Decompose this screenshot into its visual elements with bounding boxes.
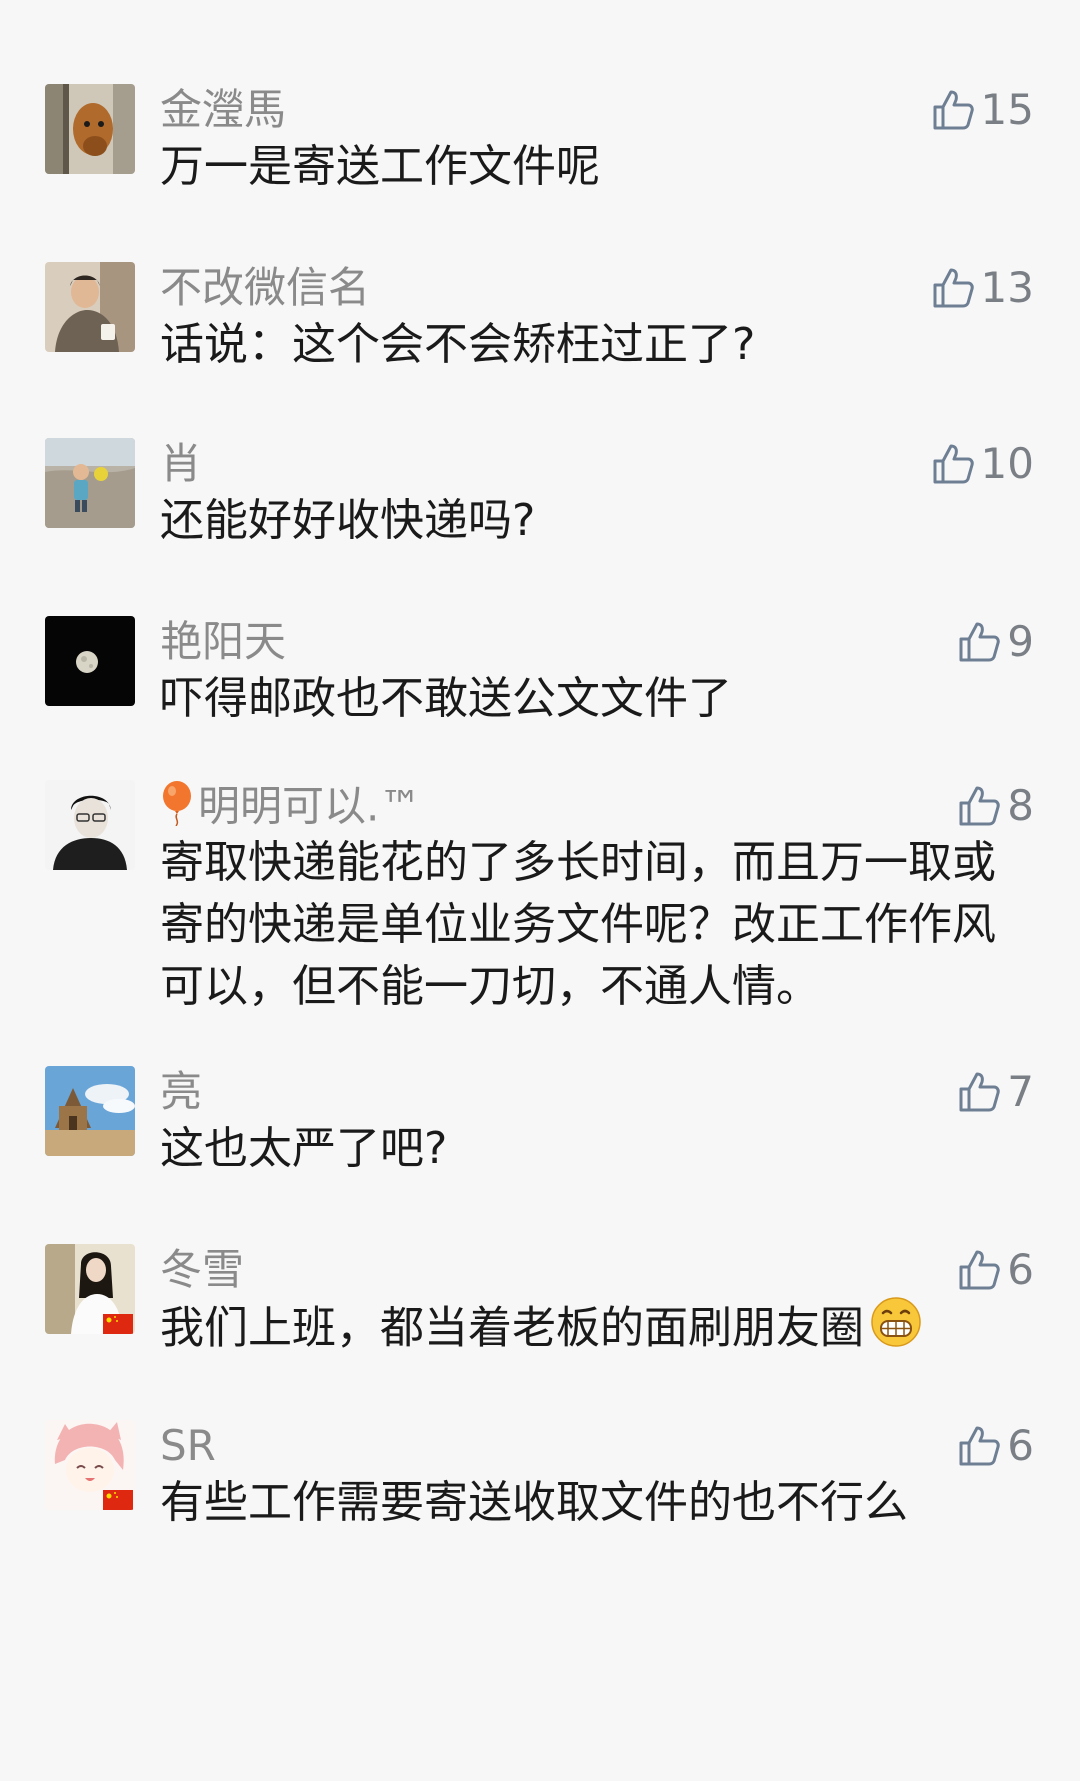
like-button[interactable]: 10 [931, 438, 1034, 490]
thumbs-up-icon [959, 622, 1001, 662]
comment-username-text: 明明可以.™ [198, 781, 422, 831]
dog-avatar-icon [45, 84, 135, 174]
user-avatar[interactable] [45, 1420, 135, 1510]
like-count: 8 [1007, 781, 1034, 830]
young-man-avatar-icon [45, 780, 135, 870]
like-button[interactable]: 13 [931, 262, 1034, 314]
thumbs-up-icon [933, 90, 974, 130]
like-button[interactable]: 6 [957, 1244, 1034, 1296]
like-count: 9 [1007, 617, 1034, 666]
like-button[interactable]: 6 [957, 1420, 1034, 1472]
comment-username[interactable]: 冬雪 [160, 1244, 244, 1296]
comment-text: 还能好好收快递吗? [160, 495, 536, 546]
user-avatar[interactable] [45, 84, 135, 174]
user-avatar[interactable] [45, 616, 135, 706]
comment-text: 这也太严了吧? [160, 1123, 448, 1174]
like-count: 15 [980, 85, 1034, 134]
grin-emoji-icon [870, 1296, 922, 1365]
thumbs-up-icon [959, 1426, 1001, 1466]
moon-avatar-icon [45, 616, 135, 706]
child-avatar-icon [45, 438, 135, 528]
user-avatar[interactable] [45, 438, 135, 528]
thumbs-up-icon [933, 444, 974, 484]
person-avatar-icon [45, 262, 135, 352]
thumbs-up-icon [959, 786, 1001, 826]
like-button[interactable]: 9 [957, 616, 1034, 668]
comment-username[interactable]: SR [160, 1420, 216, 1472]
comment-text: 我们上班，都当着老板的面刷朋友圈 [160, 1296, 1020, 1365]
comment-username[interactable]: 亮 [160, 1066, 202, 1118]
like-button[interactable]: 7 [957, 1066, 1034, 1118]
user-avatar[interactable] [45, 262, 135, 352]
like-button[interactable]: 15 [931, 84, 1034, 136]
like-button[interactable]: 8 [957, 780, 1034, 832]
woman-avatar-icon [45, 1244, 135, 1334]
comment-text: 万一是寄送工作文件呢 [160, 141, 600, 192]
like-count: 13 [980, 263, 1034, 312]
comment-username[interactable]: 明明可以.™ [160, 780, 421, 832]
thumbs-up-icon [959, 1250, 1001, 1290]
user-avatar[interactable] [45, 780, 135, 870]
comment-text-body: 我们上班，都当着老板的面刷朋友圈 [160, 1302, 864, 1354]
comment-username[interactable]: 不改微信名 [160, 262, 370, 314]
like-count: 6 [1007, 1421, 1034, 1470]
anime-girl-avatar-icon [45, 1420, 135, 1510]
thumbs-up-icon [933, 268, 974, 308]
like-count: 10 [980, 439, 1034, 488]
comment-text: 寄取快递能花的了多长时间，而且万一取或寄的快递是单位业务文件呢？改正工作作风可以… [160, 837, 996, 1012]
user-avatar[interactable] [45, 1244, 135, 1334]
balloon-icon [160, 780, 194, 838]
user-avatar[interactable] [45, 1066, 135, 1156]
comment-username[interactable]: 艳阳天 [160, 616, 286, 668]
comment-text: 话说：这个会不会矫枉过正了? [160, 319, 756, 370]
comment-list-screen: { "comments": [ {"username": "金瀅馬", "tex… [0, 0, 1080, 1781]
comment-username[interactable]: 金瀅馬 [160, 84, 286, 136]
comment-username[interactable]: 肖 [160, 438, 202, 490]
like-count: 6 [1007, 1245, 1034, 1294]
thumbs-up-icon [959, 1072, 1001, 1112]
beach-avatar-icon [45, 1066, 135, 1156]
comment-text: 吓得邮政也不敢送公文文件了 [160, 673, 732, 724]
comment-text: 有些工作需要寄送收取文件的也不行么 [160, 1477, 908, 1528]
like-count: 7 [1007, 1067, 1034, 1116]
